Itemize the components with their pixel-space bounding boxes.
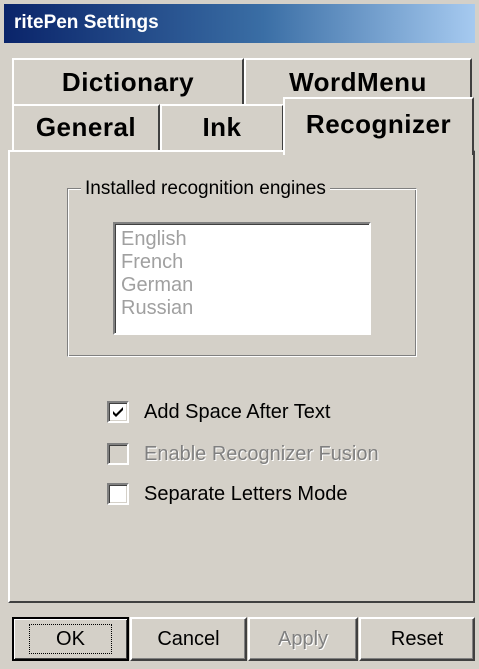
add-space-checkbox[interactable] [107,401,129,423]
window-title: ritePen Settings [14,12,159,33]
engine-list-item[interactable]: German [121,274,369,297]
engine-list-item[interactable]: French [121,251,369,274]
tab-general[interactable]: General [12,104,160,150]
separate-letters-label: Separate Letters Mode [144,483,348,505]
tab-ink[interactable]: Ink [160,104,284,150]
tab-dictionary-label: Dictionary [61,67,195,97]
recognizer-fusion-label: Enable Recognizer Fusion [144,443,379,465]
title-bar[interactable]: ritePen Settings [4,4,475,43]
apply-button[interactable]: Apply [248,617,358,661]
engines-group-label: Installed recognition engines [81,178,330,200]
tab-general-label: General [35,112,137,142]
add-space-label: Add Space After Text [144,401,331,423]
reset-button[interactable]: Reset [359,617,475,661]
tab-dictionary[interactable]: Dictionary [12,58,244,106]
separate-letters-checkbox[interactable] [107,483,129,505]
engine-list-item[interactable]: Russian [121,297,369,320]
tab-recognizer[interactable]: Recognizer [283,97,474,155]
settings-window: ritePen Settings Dictionary WordMenu Gen… [0,0,479,669]
checkmark-icon [113,407,123,417]
engine-list-item[interactable]: English [121,228,369,251]
tab-recognizer-label: Recognizer [305,109,452,139]
engines-listbox[interactable]: English French German Russian [113,222,371,335]
ok-button-label: OK [29,624,112,654]
cancel-button[interactable]: Cancel [130,617,247,661]
ok-button[interactable]: OK [12,617,129,661]
tab-ink-label: Ink [202,112,242,142]
recognizer-fusion-checkbox[interactable] [107,443,129,465]
